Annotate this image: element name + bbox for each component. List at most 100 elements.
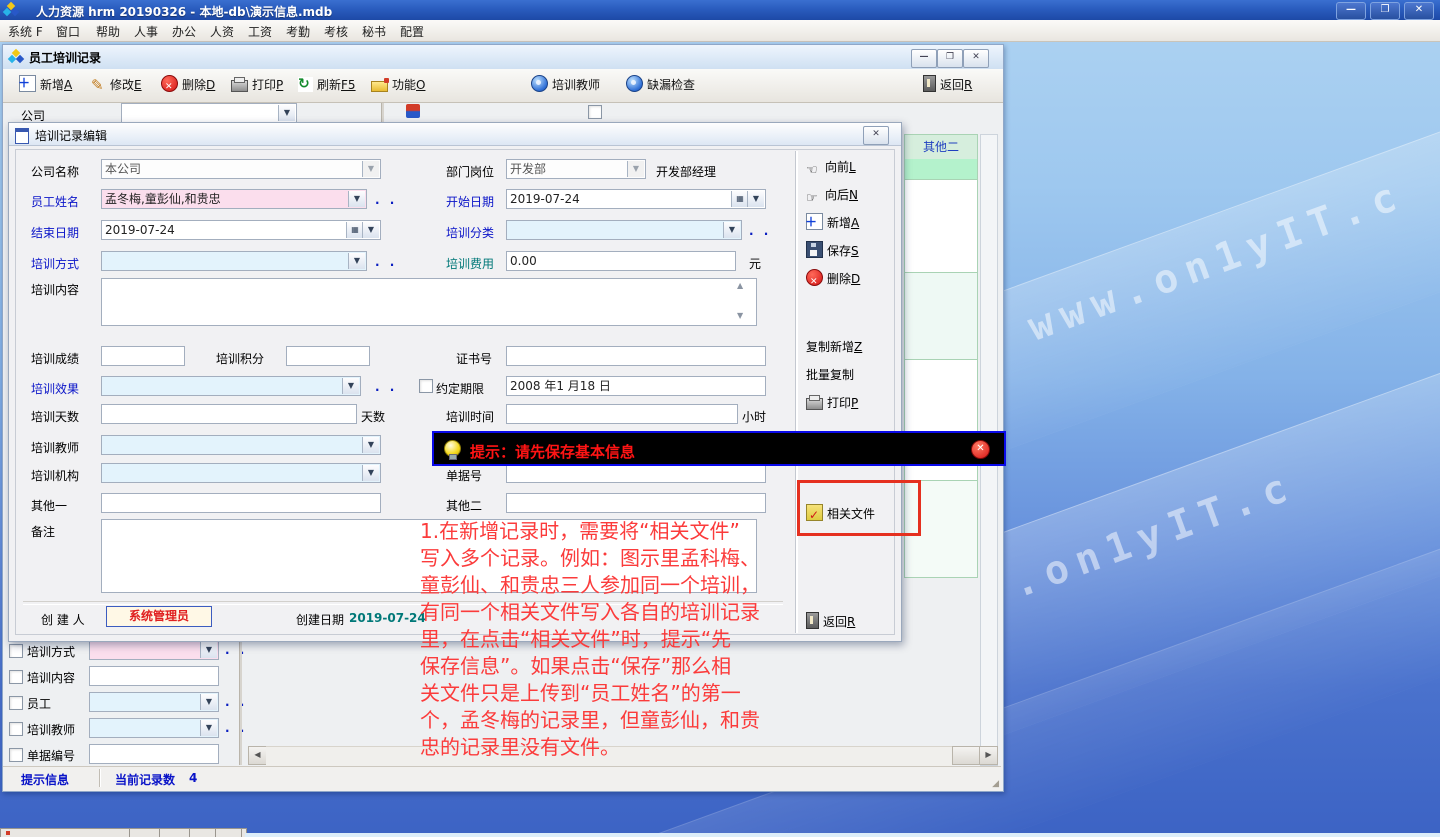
category-more-button[interactable]: . . xyxy=(749,224,771,238)
content-textarea[interactable] xyxy=(101,278,757,326)
hscroll-thumb[interactable] xyxy=(952,746,980,765)
menu-attend[interactable]: 考勤 xyxy=(286,23,310,40)
child-minimize-button[interactable]: — xyxy=(911,49,937,68)
filter-docno-checkbox[interactable] xyxy=(9,748,23,762)
term-date-input[interactable]: 2008 年1 月18 日 xyxy=(506,376,766,396)
other2-input[interactable] xyxy=(506,493,766,513)
menu-window[interactable]: 窗口 xyxy=(56,23,80,40)
dept-label: 部门岗位 xyxy=(446,163,494,180)
alert-close-button[interactable]: ✕ xyxy=(971,440,990,459)
other1-input[interactable] xyxy=(101,493,381,513)
grid-header-other2[interactable]: 其他二 xyxy=(904,134,978,160)
category-combo[interactable]: ▼ xyxy=(506,220,742,240)
menu-config[interactable]: 配置 xyxy=(400,23,424,40)
filter-teacher-more-button[interactable]: . . xyxy=(225,721,247,735)
menu-secretary[interactable]: 秘书 xyxy=(362,23,386,40)
points-input[interactable] xyxy=(286,346,370,366)
hscroll-left-arrow[interactable]: ◀ xyxy=(248,746,267,765)
employee-combo[interactable]: 孟冬梅,童彭仙,和贵忠▼ xyxy=(101,189,367,209)
close-button[interactable]: ✕ xyxy=(1404,2,1434,20)
dept-info-checkbox[interactable] xyxy=(588,105,602,119)
filter-content-input[interactable] xyxy=(89,666,219,686)
bulb-icon xyxy=(444,440,461,457)
calendar-icon[interactable]: ▦ xyxy=(731,191,748,207)
calendar-icon[interactable]: ▦ xyxy=(346,222,363,238)
toolbar-print-button[interactable]: 打印P xyxy=(231,75,283,95)
chevron-down-icon: ▼ xyxy=(362,437,379,453)
filter-docno-input[interactable] xyxy=(89,744,219,764)
effect-more-button[interactable]: . . xyxy=(375,380,397,394)
filter-employee-combo[interactable]: ▼ xyxy=(89,692,219,712)
restore-button[interactable]: ❐ xyxy=(1370,2,1400,20)
batch-copy-button[interactable]: 批量复制 xyxy=(806,364,898,386)
term-checkbox[interactable] xyxy=(419,379,433,393)
minimize-button[interactable]: — xyxy=(1336,2,1366,20)
toolbar-teachers-button[interactable]: 培训教师 xyxy=(531,75,600,95)
toolbar-function-button[interactable]: 功能O xyxy=(371,75,425,95)
start-date-label: 开始日期 xyxy=(446,193,494,210)
cert-input[interactable] xyxy=(506,346,766,366)
prev-button[interactable]: ☜向前L xyxy=(806,156,898,178)
next-button[interactable]: ☞向后N xyxy=(806,184,898,206)
menu-hcap[interactable]: 人资 xyxy=(210,23,234,40)
child-restore-button[interactable]: ❐ xyxy=(937,49,963,68)
company-filter-combo[interactable]: ▼ xyxy=(121,103,297,123)
filter-teacher-combo[interactable]: ▼ xyxy=(89,718,219,738)
filter-method-combo[interactable]: ▼ xyxy=(89,640,219,660)
hours-input[interactable] xyxy=(506,404,738,424)
exit-icon xyxy=(923,75,936,92)
dialog-titlebar: 培训记录编辑 ✕ xyxy=(9,123,901,146)
copy-add-button[interactable]: 复制新增Z xyxy=(806,336,898,358)
resize-grip[interactable]: ◢ xyxy=(992,779,999,789)
grid-cell[interactable] xyxy=(904,273,978,360)
hscroll-right-arrow[interactable]: ▶ xyxy=(979,746,998,765)
filter-employee-checkbox[interactable] xyxy=(9,696,23,710)
hand-right-icon: ☞ xyxy=(806,188,821,203)
menu-system[interactable]: 系统 F xyxy=(8,23,43,40)
end-date-picker[interactable]: 2019-07-24▦▼ xyxy=(101,220,381,240)
filter-employee-more-button[interactable]: . . xyxy=(225,695,247,709)
menu-salary[interactable]: 工资 xyxy=(248,23,272,40)
filter-method-more-button[interactable]: . . xyxy=(225,643,247,657)
filter-docno-label: 单据编号 xyxy=(27,747,75,764)
delete-button[interactable]: 删除D xyxy=(806,268,898,290)
scroll-down-icon[interactable]: ▼ xyxy=(737,311,743,320)
menu-assess[interactable]: 考核 xyxy=(324,23,348,40)
org-combo[interactable]: ▼ xyxy=(101,463,381,483)
toolbar-edit-button[interactable]: 修改E xyxy=(91,75,142,95)
effect-combo[interactable]: ▼ xyxy=(101,376,361,396)
child-titlebar: 员工培训记录 — ❐ ✕ xyxy=(3,45,1003,70)
days-input[interactable] xyxy=(101,404,357,424)
menu-hr[interactable]: 人事 xyxy=(134,23,158,40)
docno-input[interactable] xyxy=(506,463,766,483)
menu-office[interactable]: 办公 xyxy=(172,23,196,40)
save-button[interactable]: 保存S xyxy=(806,240,898,262)
dialog-close-button[interactable]: ✕ xyxy=(863,126,889,145)
method-more-button[interactable]: . . xyxy=(375,255,397,269)
toolbar-add-button[interactable]: 新增A xyxy=(19,75,72,95)
toolbar-delete-button[interactable]: 删除D xyxy=(161,75,215,95)
child-close-button[interactable]: ✕ xyxy=(963,49,989,68)
toolbar-gap-check-button[interactable]: 缺漏检查 xyxy=(626,75,695,95)
grid-cell[interactable] xyxy=(904,180,978,273)
fragment-sep xyxy=(215,829,216,837)
employee-more-button[interactable]: . . xyxy=(375,193,397,207)
filter-content-checkbox[interactable] xyxy=(9,670,23,684)
teacher-combo[interactable]: ▼ xyxy=(101,435,381,455)
add-button[interactable]: 新增A xyxy=(806,212,898,234)
filter-method-checkbox[interactable] xyxy=(9,644,23,658)
print-button[interactable]: 打印P xyxy=(806,392,898,414)
add-icon xyxy=(806,213,823,230)
status-count-label: 当前记录数 xyxy=(115,771,175,788)
filter-teacher-checkbox[interactable] xyxy=(9,722,23,736)
scroll-up-icon[interactable]: ▲ xyxy=(737,281,743,290)
method-combo[interactable]: ▼ xyxy=(101,251,367,271)
fee-input[interactable]: 0.00 xyxy=(506,251,736,271)
print-icon xyxy=(231,80,248,92)
grid-cell-selected[interactable] xyxy=(904,159,978,180)
start-date-picker[interactable]: 2019-07-24▦▼ xyxy=(506,189,766,209)
menu-help[interactable]: 帮助 xyxy=(96,23,120,40)
score-input[interactable] xyxy=(101,346,185,366)
toolbar-refresh-button[interactable]: 刷新F5 xyxy=(298,75,356,95)
toolbar-return-button[interactable]: 返回R xyxy=(923,75,972,95)
